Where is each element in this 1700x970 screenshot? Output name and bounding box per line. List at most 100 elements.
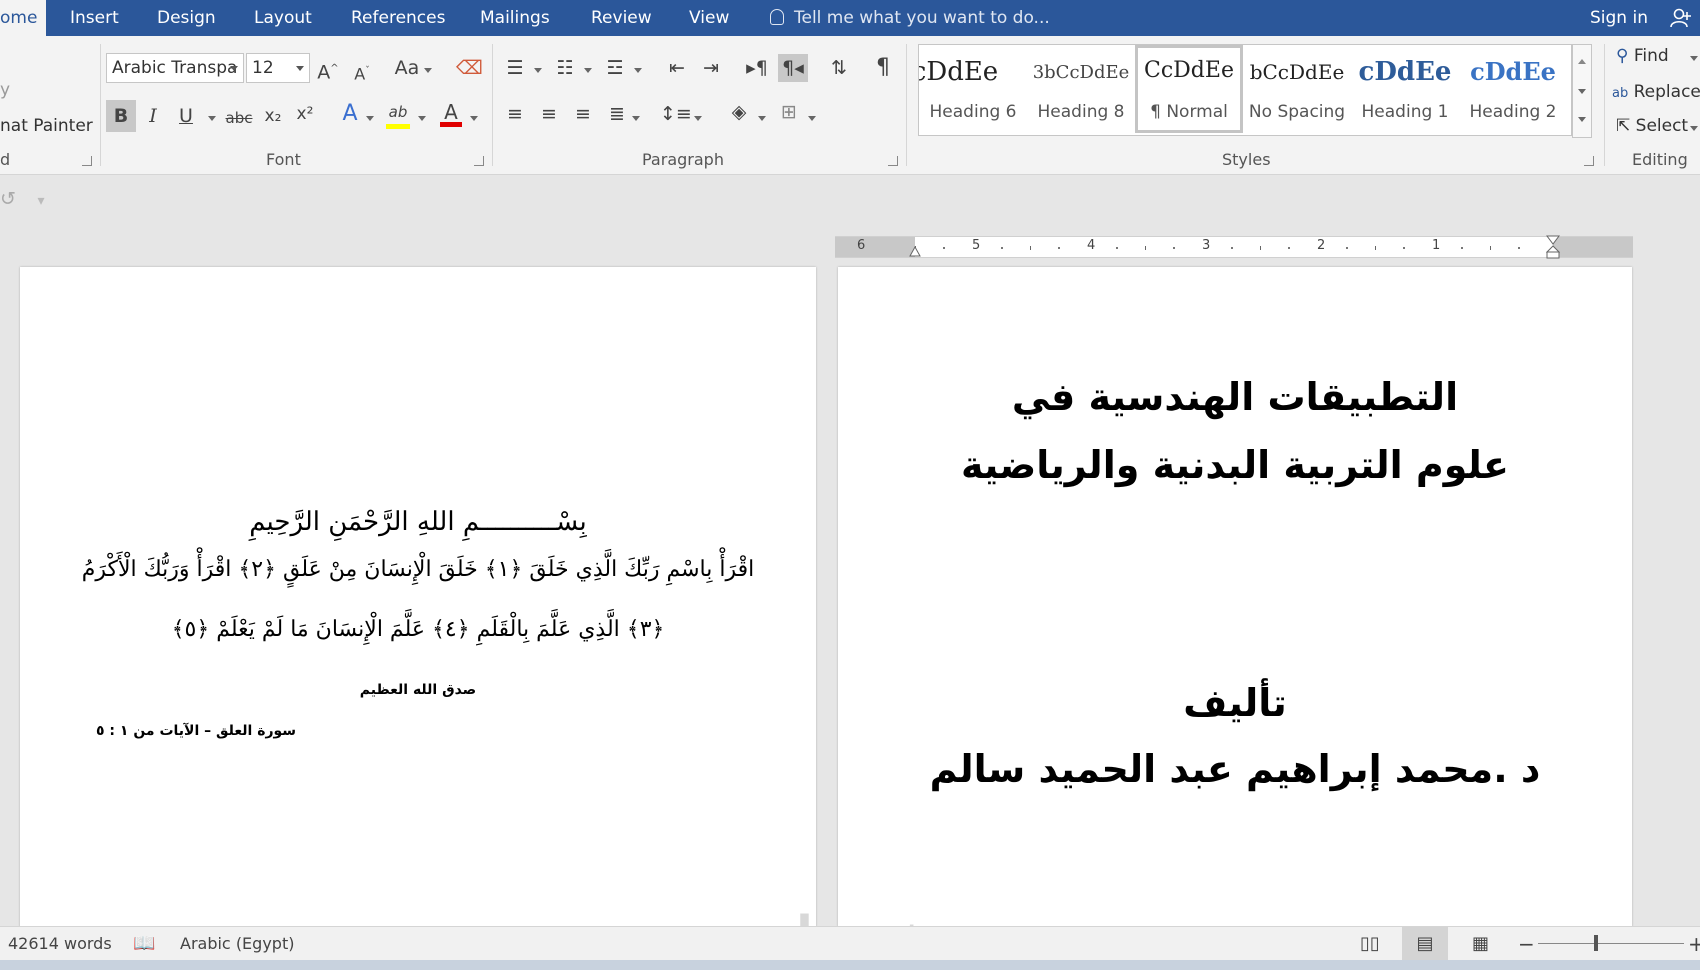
clipboard-group-label: d (0, 150, 11, 169)
multilevel-list-icon[interactable]: ☲ (602, 56, 628, 80)
shading-icon[interactable]: ◈ (726, 100, 752, 124)
font-color-icon[interactable]: A (438, 100, 464, 127)
increase-indent-icon[interactable]: ⇥ (698, 56, 724, 80)
chevron-down-icon (584, 68, 592, 73)
align-center-icon[interactable]: ≡ (536, 102, 562, 126)
font-size-combo[interactable]: 12 (246, 53, 310, 83)
zoom-slider-thumb[interactable] (1594, 935, 1598, 951)
bold-button[interactable]: B (106, 100, 136, 132)
underline-button[interactable]: U (174, 104, 198, 128)
book-title-line-2: علوم التربية البدنية والرياضية (960, 443, 1510, 487)
document-page-right[interactable]: التطبيقات الهندسية في علوم التربية البدن… (838, 267, 1632, 927)
share-person-icon[interactable] (1670, 8, 1692, 28)
styles-launcher-icon[interactable] (1584, 156, 1594, 166)
select-button[interactable]: ⇱ Select (1616, 116, 1688, 136)
sort-icon[interactable]: ⇅ (826, 56, 852, 80)
tab-layout[interactable]: Layout (254, 0, 312, 36)
chevron-down-icon[interactable] (1578, 89, 1586, 94)
document-page-left[interactable]: بِسْــــــــــمِ اللهِ الرَّحْمَنِ الرَّ… (20, 267, 816, 927)
rtl-direction-icon[interactable]: ¶◂ (778, 54, 808, 82)
magnifier-icon: ⚲ (1616, 46, 1629, 66)
ruler-tick (1375, 246, 1376, 250)
sign-in-link[interactable]: Sign in (1590, 0, 1648, 36)
find-button[interactable]: ⚲ Find (1616, 46, 1669, 66)
tab-references[interactable]: References (351, 0, 445, 36)
style-sample: cDdEe (919, 57, 999, 87)
text-effects-icon[interactable]: A (338, 102, 362, 126)
tell-me-text: Tell me what you want to do... (794, 8, 1050, 28)
ruler-number: 6 (857, 238, 866, 253)
web-layout-icon[interactable]: ▦ (1472, 927, 1489, 961)
subscript-button[interactable]: x₂ (260, 104, 286, 128)
tab-mailings[interactable]: Mailings (480, 0, 550, 36)
font-launcher-icon[interactable] (474, 156, 484, 166)
numbering-icon[interactable]: ☷ (552, 56, 578, 80)
align-left-icon[interactable]: ≡ (502, 102, 528, 126)
italic-button[interactable]: I (141, 104, 165, 128)
ruler-tick (1260, 246, 1261, 250)
style-heading-2[interactable]: cDdEe Heading 2 (1459, 45, 1567, 133)
format-painter-button[interactable]: nat Painter (0, 116, 93, 136)
clear-formatting-icon[interactable]: ⌫ (456, 56, 483, 80)
cursor-arrow-icon: ⇱ (1616, 116, 1631, 136)
customize-qat-icon[interactable]: ▾ (34, 189, 48, 213)
ribbon-tab-bar: ome Insert Design Layout References Mail… (0, 0, 1700, 36)
ruler-tick (1030, 246, 1031, 250)
tab-view[interactable]: View (689, 0, 729, 36)
style-heading-1[interactable]: cDdEe Heading 1 (1351, 45, 1459, 133)
highlight-color-icon[interactable]: ab (384, 100, 412, 129)
change-case-icon[interactable]: Aa (392, 56, 422, 80)
more-styles-icon[interactable] (1578, 117, 1586, 122)
zoom-slider-track[interactable] (1538, 943, 1684, 944)
ruler-dot (1231, 247, 1233, 249)
strikethrough-button[interactable]: abc (222, 106, 256, 130)
show-marks-icon[interactable]: ¶ (870, 56, 896, 80)
language-indicator[interactable]: Arabic (Egypt) (180, 927, 294, 961)
ruler-dot (1058, 247, 1060, 249)
paragraph-launcher-icon[interactable] (888, 156, 898, 166)
read-mode-icon[interactable]: ▯▯ (1360, 927, 1380, 961)
ruler-indent-marker[interactable] (909, 245, 921, 257)
style-sample: bCcDdEe (1249, 60, 1345, 84)
shrink-font-icon[interactable]: Aˇ (350, 59, 374, 86)
replace-button[interactable]: ab Replace (1612, 82, 1700, 102)
zoom-out-button[interactable]: − (1518, 927, 1535, 961)
group-separator (492, 44, 493, 166)
clipboard-launcher-icon[interactable] (82, 156, 92, 166)
tab-review[interactable]: Review (591, 0, 652, 36)
proofing-icon[interactable]: 📖 (133, 927, 155, 961)
align-right-icon[interactable]: ≡ (570, 102, 596, 126)
quick-access-strip: ↺ ▾ (0, 175, 1700, 235)
style-heading-6[interactable]: cDdEe Heading 6 (919, 45, 1027, 133)
ruler-number: 1 (1432, 238, 1441, 253)
style-no-spacing[interactable]: bCcDdEe No Spacing (1243, 45, 1351, 133)
superscript-button[interactable]: x² (292, 102, 318, 126)
tab-design[interactable]: Design (157, 0, 216, 36)
ruler-number: 5 (972, 238, 981, 253)
zoom-in-button[interactable]: + (1688, 927, 1700, 961)
print-layout-icon[interactable]: ▤ (1402, 927, 1448, 961)
style-heading-8[interactable]: 3bCcDdEe Heading 8 (1027, 45, 1135, 133)
decrease-indent-icon[interactable]: ⇤ (664, 56, 690, 80)
font-group-label: Font (266, 150, 301, 169)
style-normal[interactable]: CcDdEe ¶ Normal (1135, 45, 1243, 133)
tab-insert[interactable]: Insert (70, 0, 119, 36)
ruler-hanging-indent-marker[interactable] (1546, 235, 1560, 259)
grow-font-icon[interactable]: A^ (316, 57, 340, 84)
horizontal-ruler[interactable]: 6 5 4 3 2 1 (835, 235, 1633, 259)
line-spacing-icon[interactable]: ↕≡ (660, 102, 692, 126)
borders-icon[interactable]: ⊞ (776, 100, 802, 124)
tab-home[interactable]: ome (0, 0, 46, 36)
undo-icon[interactable]: ↺ (0, 187, 16, 211)
font-name-value: Arabic Transpa (112, 58, 238, 78)
word-count[interactable]: 42614 words (8, 927, 112, 961)
tell-me-search[interactable]: Tell me what you want to do... (770, 0, 1050, 36)
justify-icon[interactable]: ≣ (604, 102, 630, 126)
style-name: No Spacing (1248, 102, 1346, 122)
chevron-up-icon[interactable] (1578, 59, 1586, 64)
font-name-combo[interactable]: Arabic Transpa (106, 53, 244, 83)
chevron-down-icon (808, 116, 816, 121)
styles-gallery-scroll[interactable] (1572, 44, 1592, 138)
ltr-direction-icon[interactable]: ▸¶ (744, 56, 770, 80)
bullets-icon[interactable]: ☰ (502, 56, 528, 80)
